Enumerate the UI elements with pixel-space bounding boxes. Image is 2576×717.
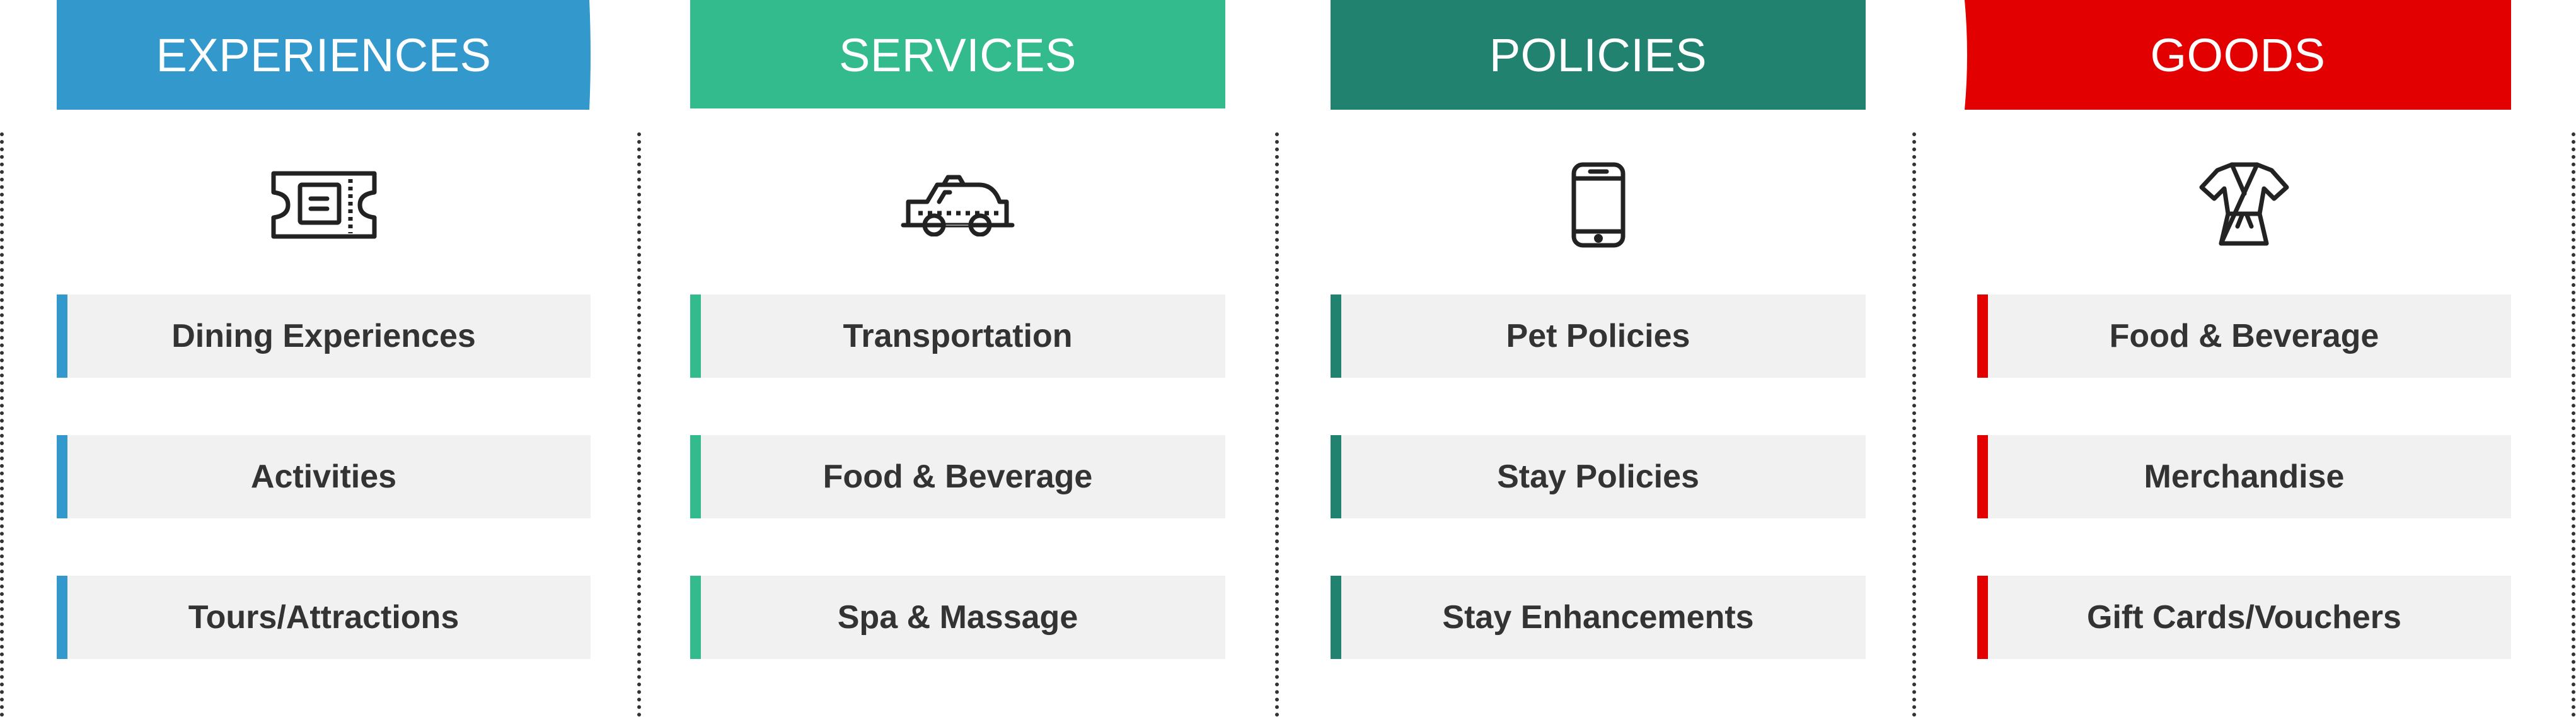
item-label: Food & Beverage	[2109, 318, 2379, 354]
category-header: SERVICES	[690, 0, 1225, 110]
column-divider	[2572, 132, 2575, 717]
item-accent-bar	[690, 435, 701, 518]
item-label: Stay Policies	[1497, 458, 1699, 495]
category-column-goods: GOODS Food & Beverage Merchandise Gift C…	[1965, 0, 2511, 717]
item-label: Stay Enhancements	[1442, 599, 1754, 636]
category-item[interactable]: Pet Policies	[1331, 294, 1866, 378]
robe-icon	[1977, 154, 2511, 255]
item-label: Merchandise	[2144, 458, 2345, 495]
category-item[interactable]: Stay Enhancements	[1331, 576, 1866, 659]
item-label: Dining Experiences	[171, 318, 476, 354]
column-divider	[1275, 132, 1279, 717]
column-divider	[1912, 132, 1916, 717]
category-column-services: SERVICES Transportation Food & Beverage …	[690, 0, 1225, 717]
category-item[interactable]: Food & Beverage	[690, 435, 1225, 518]
smartphone-icon	[1331, 154, 1866, 255]
category-item[interactable]: Tours/Attractions	[57, 576, 591, 659]
category-title: EXPERIENCES	[156, 28, 492, 81]
item-accent-bar	[1331, 576, 1341, 659]
item-accent-bar	[57, 435, 67, 518]
category-column-policies: POLICIES Pet Policies Stay Policies Stay…	[1331, 0, 1866, 717]
category-item[interactable]: Food & Beverage	[1977, 294, 2511, 378]
category-item[interactable]: Activities	[57, 435, 591, 518]
item-label: Gift Cards/Vouchers	[2087, 599, 2401, 636]
item-accent-bar	[1977, 435, 1988, 518]
category-header: POLICIES	[1331, 0, 1866, 110]
item-accent-bar	[1977, 576, 1988, 659]
category-title: SERVICES	[839, 28, 1077, 81]
item-label: Food & Beverage	[823, 458, 1093, 495]
item-accent-bar	[690, 294, 701, 378]
taxi-icon	[690, 154, 1225, 255]
category-title: POLICIES	[1489, 28, 1707, 81]
item-label: Tours/Attractions	[188, 599, 459, 636]
item-label: Spa & Massage	[837, 599, 1078, 636]
category-item[interactable]: Merchandise	[1977, 435, 2511, 518]
category-item[interactable]: Stay Policies	[1331, 435, 1866, 518]
item-label: Activities	[250, 458, 397, 495]
item-accent-bar	[1977, 294, 1988, 378]
column-divider	[637, 132, 641, 717]
item-accent-bar	[57, 294, 67, 378]
category-item[interactable]: Transportation	[690, 294, 1225, 378]
category-item[interactable]: Gift Cards/Vouchers	[1977, 576, 2511, 659]
item-accent-bar	[1331, 294, 1341, 378]
item-accent-bar	[1331, 435, 1341, 518]
category-title: GOODS	[2150, 28, 2326, 81]
category-item[interactable]: Spa & Massage	[690, 576, 1225, 659]
ticket-icon	[57, 154, 591, 255]
column-divider	[0, 132, 4, 717]
category-header: EXPERIENCES	[57, 0, 591, 110]
category-item[interactable]: Dining Experiences	[57, 294, 591, 378]
item-accent-bar	[57, 576, 67, 659]
item-label: Pet Policies	[1506, 318, 1690, 354]
category-column-experiences: EXPERIENCES Dining Experiences Activitie…	[57, 0, 591, 717]
item-accent-bar	[690, 576, 701, 659]
category-header: GOODS	[1965, 0, 2511, 110]
item-label: Transportation	[843, 318, 1073, 354]
